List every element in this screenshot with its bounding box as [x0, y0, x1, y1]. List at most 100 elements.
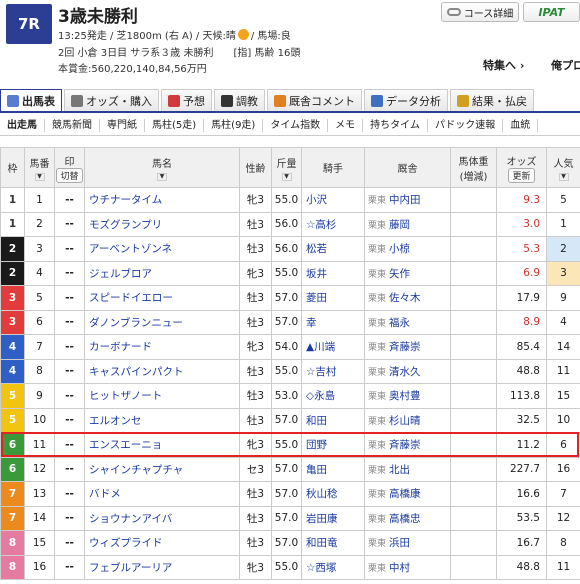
- table-row[interactable]: 2 3 -- アーベントゾンネ 牡3 56.0 松若 栗東 小椋 5.3 2: [0, 236, 580, 262]
- subtab-7[interactable]: 持ちタイム: [363, 118, 428, 132]
- mark-select[interactable]: --: [65, 537, 74, 549]
- jockey-link[interactable]: ◇永島: [301, 383, 365, 409]
- tab-5[interactable]: データ分析: [364, 89, 448, 111]
- horse-name-link[interactable]: ジェルブロア: [84, 260, 240, 286]
- mark-cell[interactable]: --: [54, 456, 85, 482]
- mark-cell[interactable]: --: [54, 554, 85, 580]
- col-weight[interactable]: 斤量 ▼: [271, 147, 302, 188]
- odds-cell[interactable]: 8.9: [496, 309, 547, 335]
- mark-cell[interactable]: --: [54, 432, 85, 458]
- tab-4[interactable]: 厩舎コメント: [267, 89, 362, 111]
- mark-select[interactable]: --: [65, 316, 74, 328]
- table-row[interactable]: 5 9 -- ヒットザノート 牡3 53.0 ◇永島 栗東 奥村豊 113.8 15: [0, 383, 580, 409]
- mark-select[interactable]: --: [65, 365, 74, 377]
- ore-pro-link[interactable]: 俺プロ: [551, 57, 580, 73]
- horse-name-link[interactable]: ショウナンアイバ: [84, 505, 240, 531]
- horse-name-link[interactable]: モズグランプリ: [84, 211, 240, 237]
- subtab-0[interactable]: 出走馬: [0, 118, 45, 132]
- jockey-link[interactable]: 幸: [301, 309, 365, 335]
- col-name[interactable]: 馬名 ▼: [84, 147, 240, 188]
- jockey-link[interactable]: ☆高杉: [301, 211, 365, 237]
- trainer-cell[interactable]: 栗東 清水久: [364, 358, 451, 384]
- tab-6[interactable]: 結果・払戻: [450, 89, 534, 111]
- tab-3[interactable]: 調教: [214, 89, 265, 111]
- table-row[interactable]: 7 14 -- ショウナンアイバ 牡3 57.0 岩田康 栗東 高橋忠 53.5 12: [0, 505, 580, 531]
- table-row[interactable]: 6 12 -- シャインチャプチャ セ3 57.0 亀田 栗東 北出 227.7 16: [0, 456, 580, 482]
- mark-cell[interactable]: --: [54, 309, 85, 335]
- odds-cell[interactable]: 9.3: [496, 187, 547, 213]
- subtab-3[interactable]: 馬柱(5走): [145, 118, 205, 132]
- horse-name-link[interactable]: ヒットザノート: [84, 383, 240, 409]
- feature-link[interactable]: 特集へ ›: [483, 57, 524, 73]
- mark-select[interactable]: --: [65, 561, 74, 573]
- trainer-cell[interactable]: 栗東 高橋忠: [364, 505, 451, 531]
- trainer-cell[interactable]: 栗東 中内田: [364, 187, 451, 213]
- jockey-link[interactable]: 秋山稔: [301, 481, 365, 507]
- odds-cell[interactable]: 3.0: [496, 211, 547, 237]
- sort-chevron-icon[interactable]: ▼: [157, 172, 167, 181]
- mark-cell[interactable]: --: [54, 505, 85, 531]
- mark-cell[interactable]: --: [54, 334, 85, 360]
- mark-select[interactable]: --: [65, 439, 74, 451]
- odds-cell[interactable]: 227.7: [496, 456, 547, 482]
- tab-1[interactable]: オッズ・購入: [64, 89, 159, 111]
- trainer-link[interactable]: 杉山晴: [389, 415, 421, 427]
- horse-name-link[interactable]: スピードイエロー: [84, 285, 240, 311]
- jockey-link[interactable]: 岩田康: [301, 505, 365, 531]
- horse-name-link[interactable]: エルオンセ: [84, 407, 240, 433]
- mark-select[interactable]: --: [65, 512, 74, 524]
- table-row[interactable]: 6 11 -- エンスエーニョ 牝3 55.0 団野 栗東 斉藤崇 11.2 6: [0, 432, 580, 458]
- horse-name-link[interactable]: キャスパインパクト: [84, 358, 240, 384]
- mark-cell[interactable]: --: [54, 481, 85, 507]
- mark-select[interactable]: --: [65, 218, 74, 230]
- table-row[interactable]: 1 1 -- ウチナータイム 牝3 55.0 小沢 栗東 中内田 9.3 5: [0, 187, 580, 213]
- tab-2[interactable]: 予想: [161, 89, 212, 111]
- horse-name-link[interactable]: アーベントゾンネ: [84, 236, 240, 262]
- mark-select[interactable]: --: [65, 243, 74, 255]
- trainer-link[interactable]: 佐々木: [389, 292, 421, 304]
- mark-select[interactable]: --: [65, 463, 74, 475]
- jockey-link[interactable]: 坂井: [301, 260, 365, 286]
- jockey-link[interactable]: 団野: [301, 432, 365, 458]
- horse-name-link[interactable]: カーボナード: [84, 334, 240, 360]
- subtab-6[interactable]: メモ: [328, 118, 364, 132]
- subtab-1[interactable]: 競馬新聞: [45, 118, 100, 132]
- trainer-link[interactable]: 中内田: [389, 194, 421, 206]
- odds-cell[interactable]: 113.8: [496, 383, 547, 409]
- odds-cell[interactable]: 16.7: [496, 530, 547, 556]
- trainer-cell[interactable]: 栗東 杉山晴: [364, 407, 451, 433]
- trainer-cell[interactable]: 栗東 北出: [364, 456, 451, 482]
- subtab-2[interactable]: 専門紙: [100, 118, 145, 132]
- mark-cell[interactable]: --: [54, 187, 85, 213]
- mark-select[interactable]: --: [65, 267, 74, 279]
- table-row[interactable]: 7 13 -- バドメ 牡3 57.0 秋山稔 栗東 高橋康 16.6 7: [0, 481, 580, 507]
- odds-cell[interactable]: 6.9: [496, 260, 547, 286]
- mark-cell[interactable]: --: [54, 211, 85, 237]
- mark-toggle-button[interactable]: 切替: [56, 167, 83, 183]
- odds-cell[interactable]: 17.9: [496, 285, 547, 311]
- col-mark[interactable]: 印切替: [54, 147, 85, 188]
- sort-chevron-icon[interactable]: ▼: [281, 172, 292, 181]
- table-row[interactable]: 3 5 -- スピードイエロー 牡3 57.0 菱田 栗東 佐々木 17.9 9: [0, 285, 580, 311]
- col-odds[interactable]: オッズ 更新: [496, 147, 547, 188]
- horse-name-link[interactable]: ウチナータイム: [84, 187, 240, 213]
- trainer-cell[interactable]: 栗東 小椋: [364, 236, 451, 262]
- trainer-link[interactable]: 高橋康: [389, 488, 421, 500]
- odds-cell[interactable]: 32.5: [496, 407, 547, 433]
- table-row[interactable]: 4 7 -- カーボナード 牝3 54.0 ▲川端 栗東 斉藤崇 85.4 14: [0, 334, 580, 360]
- mark-cell[interactable]: --: [54, 285, 85, 311]
- trainer-cell[interactable]: 栗東 奥村豊: [364, 383, 451, 409]
- mark-cell[interactable]: --: [54, 407, 85, 433]
- odds-cell[interactable]: 53.5: [496, 505, 547, 531]
- jockey-link[interactable]: ☆吉村: [301, 358, 365, 384]
- odds-cell[interactable]: 85.4: [496, 334, 547, 360]
- horse-name-link[interactable]: ダノンブランニュー: [84, 309, 240, 335]
- horse-name-link[interactable]: バドメ: [84, 481, 240, 507]
- sort-chevron-icon[interactable]: ▼: [34, 172, 45, 181]
- trainer-link[interactable]: 清水久: [389, 366, 421, 378]
- mark-cell[interactable]: --: [54, 530, 85, 556]
- odds-cell[interactable]: 11.2: [496, 432, 547, 458]
- odds-cell[interactable]: 5.3: [496, 236, 547, 262]
- subtab-8[interactable]: パドック速報: [428, 118, 504, 132]
- horse-name-link[interactable]: ウィズプライド: [84, 530, 240, 556]
